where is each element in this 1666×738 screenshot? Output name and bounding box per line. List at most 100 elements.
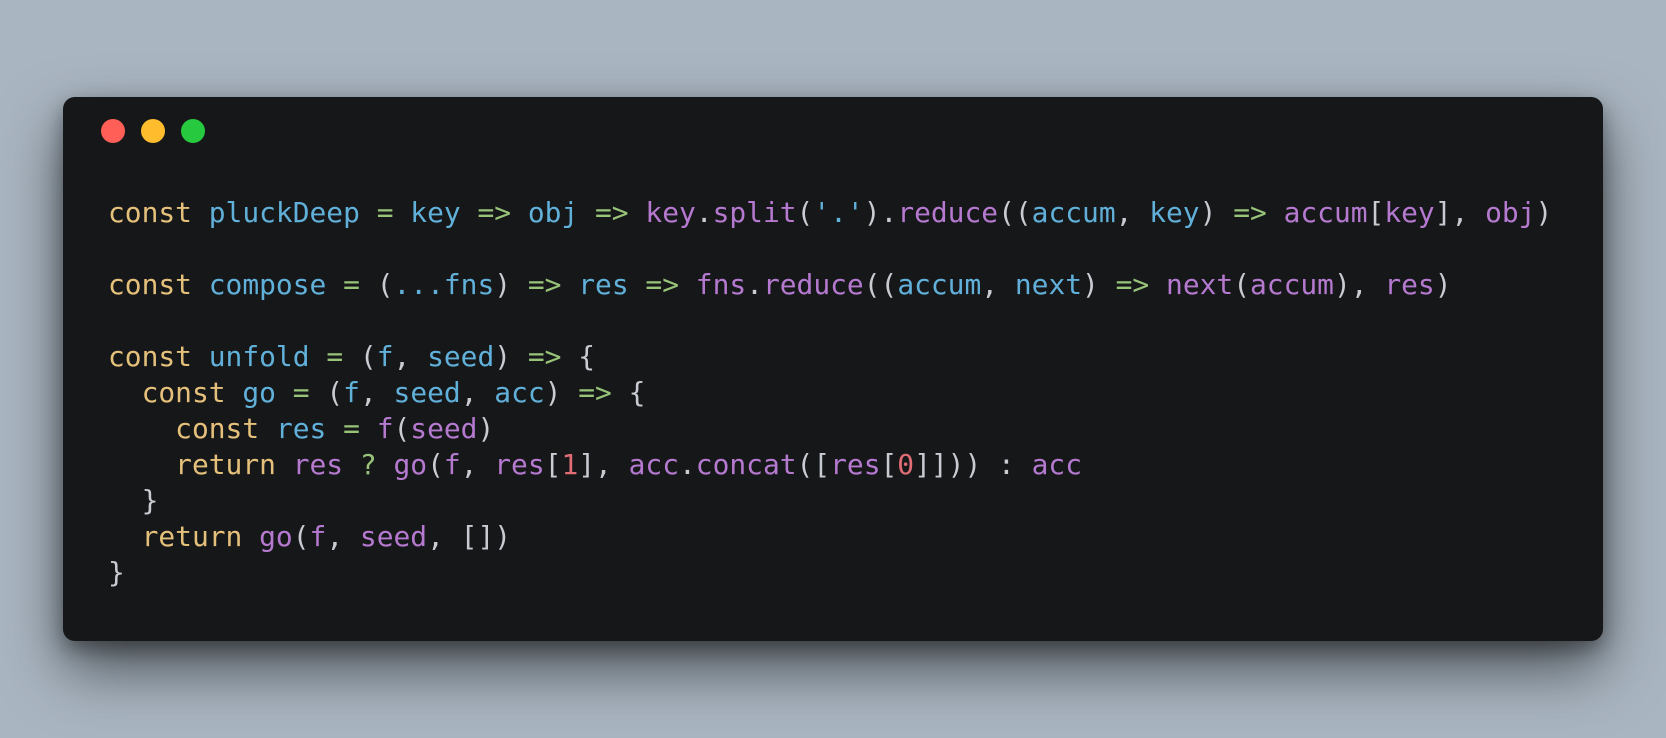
code-token: ) — [1434, 268, 1452, 301]
code-token: acc — [494, 376, 545, 409]
code-token: } — [108, 484, 159, 517]
code-token: const — [175, 412, 260, 445]
code-token: key — [410, 196, 461, 229]
code-token: seed — [359, 520, 428, 553]
code-token: ) — [494, 268, 528, 301]
code-token: res — [292, 448, 344, 481]
code-token: (( — [998, 196, 1032, 229]
code-token: , — [393, 340, 428, 373]
code-token: f — [376, 340, 394, 373]
code-token: ( — [359, 268, 394, 301]
minimize-button[interactable] — [141, 119, 165, 143]
code-line: return res ? go(f, res[1], acc.concat([r… — [108, 447, 1552, 483]
code-token: (( — [863, 268, 898, 301]
code-token: ) — [494, 340, 528, 373]
code-token: const — [141, 376, 226, 409]
code-token: const — [108, 196, 192, 229]
code-token: go — [259, 520, 293, 553]
code-token: { — [611, 376, 646, 409]
code-token: res — [494, 448, 545, 481]
code-token: res — [1384, 268, 1435, 301]
code-token: reduce — [897, 196, 999, 229]
code-token: ], — [578, 448, 629, 481]
code-token: [ — [544, 448, 562, 481]
code-token: , — [1115, 196, 1150, 229]
code-token: f — [343, 376, 360, 409]
code-token: , — [460, 448, 495, 481]
code-line: } — [108, 483, 1552, 519]
code-token: = — [343, 268, 360, 301]
code-token: { — [561, 340, 596, 373]
code-token: next — [1166, 268, 1234, 301]
close-button[interactable] — [101, 119, 125, 143]
code-token: => — [1115, 268, 1150, 301]
code-token: const — [108, 340, 192, 373]
code-token: fns — [695, 268, 747, 301]
code-token: ) — [544, 376, 579, 409]
code-token: go — [393, 448, 428, 481]
code-token: '.' — [813, 196, 864, 229]
code-token: = — [376, 196, 394, 229]
code-token: ], — [1434, 196, 1486, 229]
code-token: res — [275, 412, 327, 445]
code-token: seed — [427, 340, 495, 373]
code-line: const unfold = (f, seed) => { — [108, 339, 1552, 375]
code-token: accum — [1031, 196, 1116, 229]
maximize-button[interactable] — [181, 119, 205, 143]
code-token: , — [460, 376, 495, 409]
code-line: const res = f(seed) — [108, 411, 1552, 447]
code-token: [ — [880, 448, 898, 481]
code-token: res — [830, 448, 881, 481]
code-token: obj — [527, 196, 579, 229]
code-token: ) — [1082, 268, 1116, 301]
code-token: . — [695, 196, 713, 229]
code-token: acc — [628, 448, 679, 481]
code-token: const — [108, 268, 192, 301]
code-token: key — [1149, 196, 1200, 229]
code-token: [ — [1367, 196, 1385, 229]
code-token: unfold — [208, 340, 310, 373]
code-token: . — [746, 268, 763, 301]
code-token: ( — [343, 340, 377, 373]
code-token: ? — [359, 448, 377, 481]
code-token: , — [326, 520, 360, 553]
code-token: } — [108, 556, 125, 589]
code-token: 0 — [897, 448, 915, 481]
code-token: seed — [410, 412, 478, 445]
code-token: ]])) : — [914, 448, 1032, 481]
code-token: f — [309, 520, 327, 553]
code-token: ) — [1535, 196, 1553, 229]
code-token: obj — [1485, 196, 1536, 229]
code-window: const pluckDeep = key => obj => key.spli… — [63, 97, 1603, 641]
code-token: ([ — [796, 448, 831, 481]
code-line: const go = (f, seed, acc) => { — [108, 375, 1552, 411]
code-token: => — [578, 376, 612, 409]
code-token: accum — [897, 268, 982, 301]
code-token: ( — [393, 412, 411, 445]
code-token: f — [376, 412, 394, 445]
code-token: pluckDeep — [208, 196, 360, 229]
code-line: return go(f, seed, []) — [108, 519, 1552, 555]
code-token: return — [175, 448, 276, 481]
code-token: res — [578, 268, 629, 301]
code-token: ), — [1333, 268, 1385, 301]
